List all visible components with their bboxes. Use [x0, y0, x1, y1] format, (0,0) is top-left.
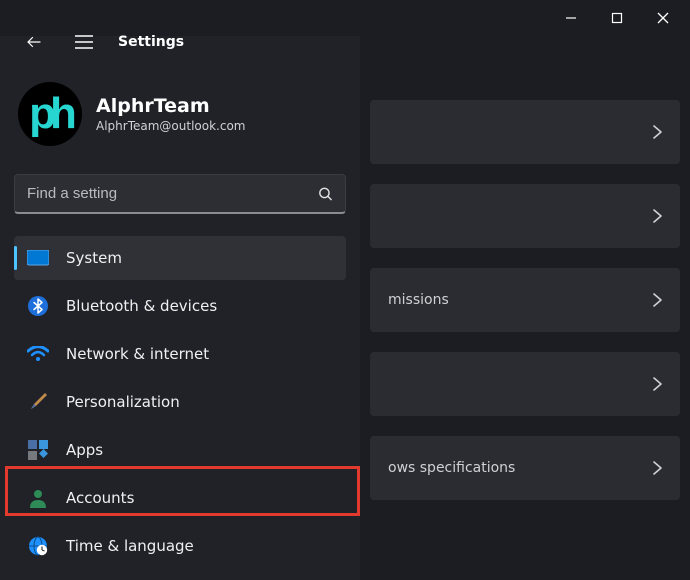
close-button[interactable]	[640, 2, 686, 34]
hamburger-icon	[75, 35, 93, 49]
sidebar-item-bluetooth[interactable]: Bluetooth & devices	[14, 284, 346, 328]
sidebar-item-label: Time & language	[66, 537, 194, 555]
sidebar-item-network[interactable]: Network & internet	[14, 332, 346, 376]
app-title: Settings	[118, 34, 184, 50]
nav-menu-button[interactable]	[68, 26, 100, 58]
main-panel: missions ows specifications	[360, 36, 690, 580]
chevron-right-icon	[653, 125, 662, 139]
user-block[interactable]: ph AlphrTeam AlphrTeam@outlook.com	[14, 68, 346, 160]
sidebar-item-system[interactable]: System	[14, 236, 346, 280]
apps-icon	[26, 438, 50, 462]
time-language-icon	[26, 534, 50, 558]
chevron-right-icon	[653, 377, 662, 391]
accounts-icon	[26, 486, 50, 510]
back-button[interactable]	[18, 26, 50, 58]
card-text: missions	[388, 292, 449, 308]
wifi-icon	[26, 342, 50, 366]
sidebar-header: Settings	[14, 26, 346, 68]
sidebar-item-apps[interactable]: Apps	[14, 428, 346, 472]
paintbrush-icon	[26, 390, 50, 414]
sidebar-item-label: Bluetooth & devices	[66, 297, 217, 315]
search-wrap	[14, 174, 346, 214]
sidebar-item-label: Personalization	[66, 393, 180, 411]
sidebar-item-label: Apps	[66, 441, 103, 459]
sidebar-item-label: Network & internet	[66, 345, 209, 363]
chevron-right-icon	[653, 461, 662, 475]
chevron-right-icon	[653, 293, 662, 307]
user-info: AlphrTeam AlphrTeam@outlook.com	[96, 95, 245, 133]
settings-card[interactable]	[370, 184, 680, 248]
minimize-button[interactable]	[548, 2, 594, 34]
settings-card[interactable]: missions	[370, 268, 680, 332]
avatar: ph	[18, 82, 82, 146]
search-icon	[317, 186, 334, 203]
card-text: ows specifications	[388, 460, 515, 476]
sidebar-item-label: Accounts	[66, 489, 134, 507]
sidebar-item-personalization[interactable]: Personalization	[14, 380, 346, 424]
bluetooth-icon	[26, 294, 50, 318]
maximize-button[interactable]	[594, 2, 640, 34]
sidebar: Settings ph AlphrTeam AlphrTeam@outlook.…	[0, 36, 360, 580]
chevron-right-icon	[653, 209, 662, 223]
settings-card[interactable]: ows specifications	[370, 436, 680, 500]
user-email: AlphrTeam@outlook.com	[96, 119, 245, 133]
arrow-left-icon	[25, 33, 43, 51]
settings-window: Settings ph AlphrTeam AlphrTeam@outlook.…	[0, 0, 690, 580]
sidebar-item-accounts[interactable]: Accounts	[14, 476, 346, 520]
settings-card[interactable]	[370, 352, 680, 416]
settings-card[interactable]	[370, 100, 680, 164]
sidebar-item-label: System	[66, 249, 122, 267]
user-name: AlphrTeam	[96, 95, 245, 117]
search-input[interactable]	[14, 174, 346, 214]
content: Settings ph AlphrTeam AlphrTeam@outlook.…	[0, 36, 690, 580]
sidebar-nav: System Bluetooth & devices Network & int…	[14, 236, 346, 568]
sidebar-item-time-language[interactable]: Time & language	[14, 524, 346, 568]
system-icon	[26, 246, 50, 270]
